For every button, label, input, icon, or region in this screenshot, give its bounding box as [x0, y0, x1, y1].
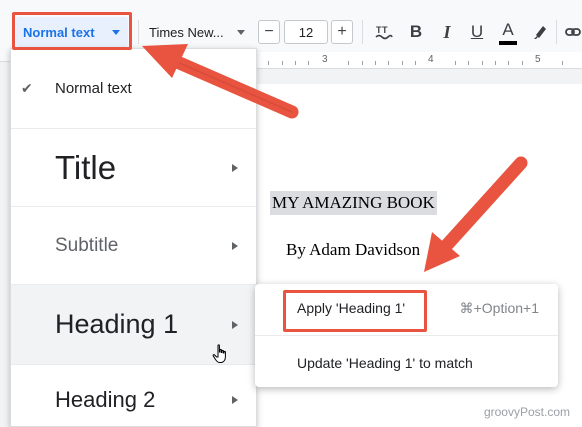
menu-item-normal-text[interactable]: ✔ Normal text: [11, 49, 256, 129]
ruler-tick: [522, 61, 523, 65]
annotation-highlight-box: [283, 290, 427, 332]
menu-item-label: Heading 2: [55, 387, 156, 412]
highlight-pen-icon[interactable]: [527, 18, 553, 46]
spellcheck-icon[interactable]: T T: [371, 18, 397, 46]
menu-item-label: Subtitle: [55, 234, 119, 256]
ruler-tick: [455, 61, 456, 65]
ruler-tick: [295, 61, 296, 65]
watermark-text: groovyPost.com: [483, 405, 570, 419]
ruler-tick: [415, 61, 416, 65]
menu-item-heading-2[interactable]: Heading 2: [11, 365, 256, 426]
chevron-down-icon: [237, 30, 245, 35]
toolbar-divider: [362, 20, 363, 44]
ruler-mark: 5: [535, 54, 541, 65]
ruler-mark: 4: [428, 54, 434, 65]
keyboard-shortcut: ⌘+Option+1: [459, 300, 539, 316]
chevron-right-icon: [232, 163, 238, 172]
document-title-text[interactable]: MY AMAZING BOOK: [270, 191, 437, 215]
chevron-right-icon: [232, 320, 238, 329]
underline-button[interactable]: U: [464, 18, 490, 46]
text-color-bar: [499, 40, 517, 45]
hand-cursor-icon: [212, 344, 230, 369]
bold-button[interactable]: B: [403, 18, 429, 46]
ruler-tick: [402, 61, 403, 65]
font-family-value: Times New...: [149, 24, 224, 40]
ruler-tick: [362, 61, 363, 65]
ruler-tick: [482, 61, 483, 65]
chevron-right-icon: [232, 241, 238, 250]
ruler-tick: [468, 61, 469, 65]
svg-text:T: T: [382, 25, 388, 35]
check-icon: ✔: [21, 80, 33, 96]
ruler-tick: [282, 61, 283, 65]
ruler-tick: [375, 61, 376, 65]
italic-button[interactable]: I: [434, 18, 460, 46]
ruler-tick: [495, 61, 496, 65]
font-family-dropdown[interactable]: Times New...: [149, 17, 249, 47]
ruler-tick: [348, 61, 349, 65]
menu-item-label: Normal text: [55, 80, 132, 97]
document-author-text[interactable]: By Adam Davidson: [286, 240, 420, 260]
menu-item-label: Heading 1: [55, 309, 179, 339]
text-color-button[interactable]: A: [495, 18, 521, 46]
ruler-tick: [508, 61, 509, 65]
link-icon[interactable]: [560, 18, 582, 46]
menu-item-subtitle[interactable]: Subtitle: [11, 207, 256, 285]
ruler-tick: [308, 61, 309, 65]
font-size-input[interactable]: 12: [284, 20, 328, 44]
paragraph-style-menu: ✔ Normal text Title Subtitle Heading 1 H…: [10, 48, 257, 427]
annotation-highlight-box: [12, 12, 132, 50]
ruler-tick: [388, 61, 389, 65]
text-color-letter: A: [502, 19, 514, 39]
toolbar-divider: [556, 20, 557, 44]
decrease-font-size-button[interactable]: −: [258, 20, 280, 44]
ruler-tick: [562, 61, 563, 65]
toolbar-divider: [138, 20, 139, 44]
update-heading-1-label: Update 'Heading 1' to match: [297, 355, 473, 371]
update-heading-1-item[interactable]: Update 'Heading 1' to match: [255, 336, 558, 387]
ruler[interactable]: 3 4 5: [256, 52, 582, 69]
increase-font-size-button[interactable]: +: [331, 20, 353, 44]
ruler-tick: [268, 61, 269, 65]
menu-item-title[interactable]: Title: [11, 129, 256, 207]
ruler-mark: 3: [322, 54, 328, 65]
chevron-right-icon: [232, 396, 238, 404]
menu-item-label: Title: [55, 148, 117, 186]
